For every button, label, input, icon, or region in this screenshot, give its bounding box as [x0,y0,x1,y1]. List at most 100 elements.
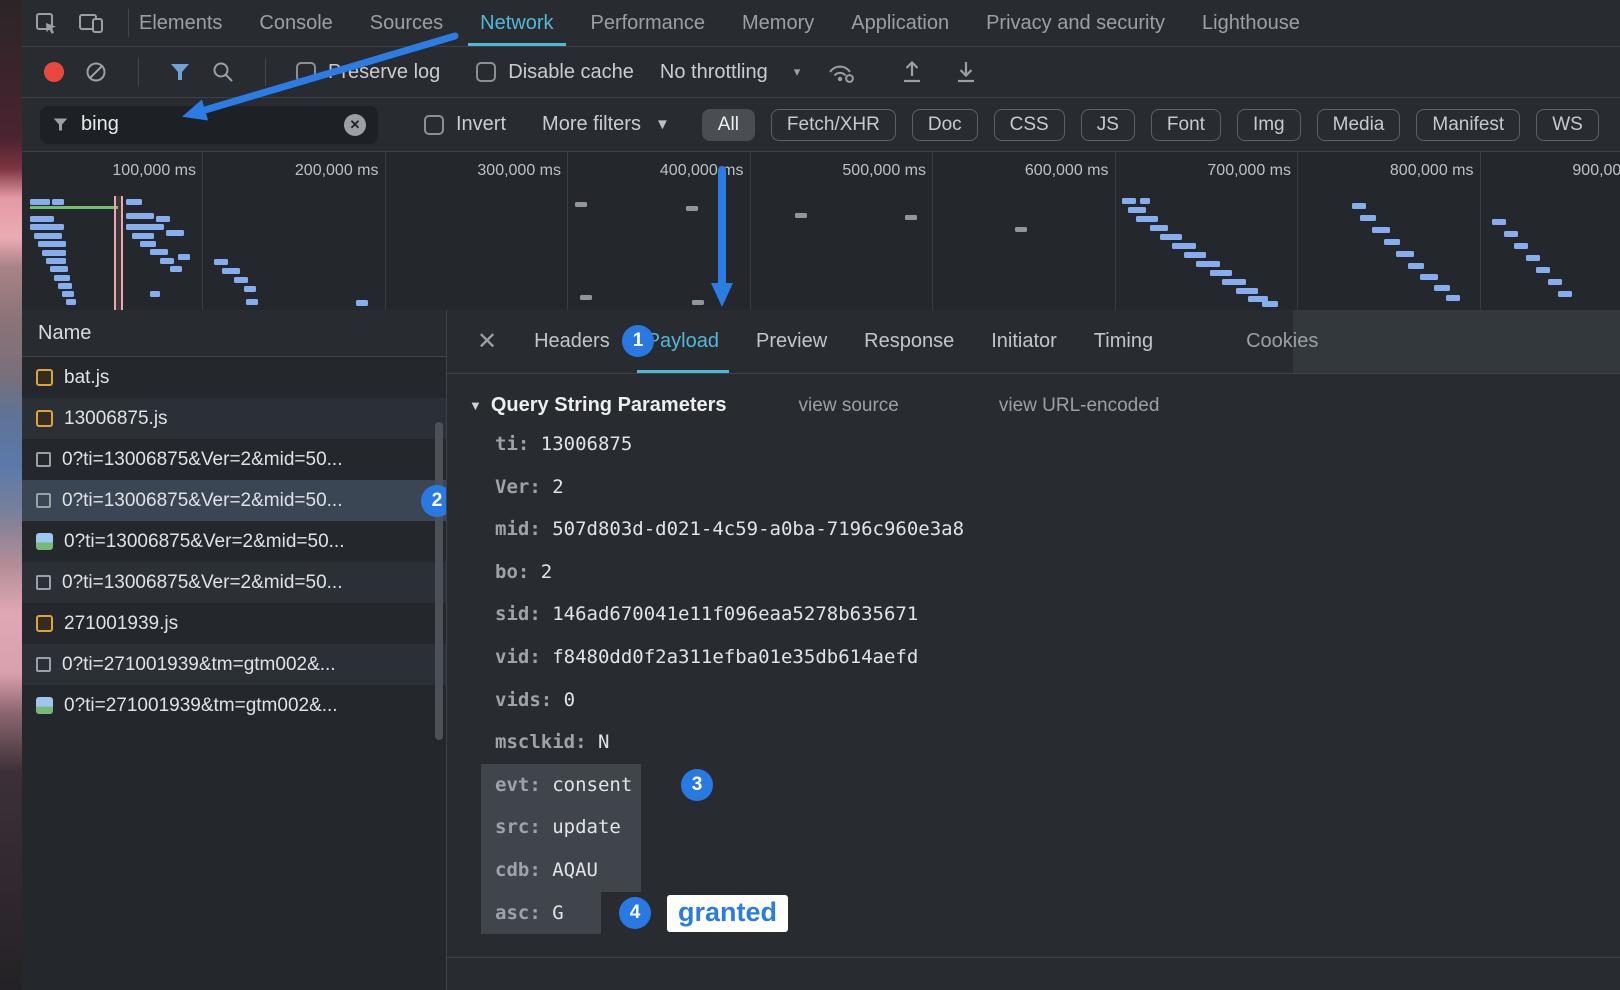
detail-tab-cookies[interactable]: Cookies [1246,310,1318,373]
waterfall-bar [1384,239,1400,245]
param-value: 2 [552,476,563,498]
waterfall-bar [132,233,154,239]
request-row[interactable]: 13006875.js [22,398,446,439]
tab-console[interactable]: Console [259,0,332,46]
disable-cache-checkbox[interactable] [476,62,496,82]
view-url-encoded-link[interactable]: view URL-encoded [999,395,1160,417]
tab-network[interactable]: Network [480,0,553,46]
waterfall-bar [580,295,592,300]
detail-tab-response[interactable]: Response [864,310,954,373]
record-network-log-icon[interactable] [44,62,64,82]
import-har-icon[interactable] [900,59,924,85]
chip-manifest[interactable]: Manifest [1416,109,1520,141]
throttling-select[interactable]: No throttling ▾ [660,61,800,84]
waterfall-bar [150,291,160,297]
request-name: 0?ti=271001939&tm=gtm002&... [64,695,338,717]
preserve-log-label: Preserve log [328,61,440,84]
chip-js[interactable]: JS [1081,109,1135,141]
desktop-background [0,0,22,990]
chip-all[interactable]: All [702,109,755,141]
request-row[interactable]: 0?ti=13006875&Ver=2&mid=50...2 [22,480,446,521]
network-overview[interactable]: 100,000 ms200,000 ms300,000 ms400,000 ms… [22,152,1620,313]
param-row: evt: consent3 [495,764,1620,807]
filter-input[interactable]: bing ✕ [40,106,378,144]
request-row[interactable]: 271001939.js [22,603,446,644]
network-conditions-icon[interactable] [826,60,856,84]
preserve-log-checkbox[interactable] [296,62,316,82]
name-column-header[interactable]: Name [22,310,446,357]
waterfall-bar [1360,215,1376,221]
device-toolbar-icon[interactable] [78,11,104,35]
clear-network-log-icon[interactable] [84,60,108,84]
waterfall-bar [1420,274,1438,280]
param-key: cdb: [495,859,541,881]
waterfall-bar [1015,227,1027,232]
tab-application[interactable]: Application [851,0,949,46]
detail-tab-payload[interactable]: Payload [647,310,719,373]
param-value: 507d803d-d021-4c59-a0ba-7196c960e3a8 [552,518,964,540]
chip-fetch-xhr[interactable]: Fetch/XHR [771,109,896,141]
detail-tab-preview[interactable]: Preview [756,310,827,373]
waterfall-bar [126,199,142,205]
detail-tab-headers[interactable]: Headers [534,310,610,373]
chip-font[interactable]: Font [1151,109,1221,141]
timeline-label: 600,000 ms [965,162,1109,180]
waterfall-bar [686,206,698,211]
request-row[interactable]: 0?ti=13006875&Ver=2&mid=50... [22,562,446,603]
export-har-icon[interactable] [954,59,978,85]
tab-privacy-and-security[interactable]: Privacy and security [986,0,1165,46]
waterfall-bar [46,258,66,264]
collapse-triangle-icon[interactable]: ▼ [469,398,482,413]
timeline-label: 500,000 ms [782,162,926,180]
request-row[interactable]: 0?ti=271001939&tm=gtm002&... [22,644,446,685]
filter-icon[interactable] [169,62,191,82]
request-row[interactable]: 0?ti=13006875&Ver=2&mid=50... [22,521,446,562]
request-row[interactable]: 0?ti=271001939&tm=gtm002&... [22,685,446,726]
param-value: f8480dd0f2a311efba01e35db614aefd [552,646,918,668]
network-main: Name bat.js13006875.js0?ti=13006875&Ver=… [22,310,1620,990]
param-row: vid: f8480dd0f2a311efba01e35db614aefd [495,636,1620,679]
param-key: src: [495,816,541,838]
request-details-pane: ✕ Headers Payload Preview Response Initiator… [447,310,1620,990]
grid-line [202,152,203,312]
waterfall-bar [178,254,190,260]
chip-img[interactable]: Img [1237,109,1301,141]
search-icon[interactable] [211,60,235,84]
timeline-label: 900,000 ms [1512,162,1620,180]
tab-memory[interactable]: Memory [742,0,814,46]
scrollbar-thumb[interactable] [435,422,443,740]
tab-elements[interactable]: Elements [139,0,222,46]
request-row[interactable]: 0?ti=13006875&Ver=2&mid=50... [22,439,446,480]
param-row: vids: 0 [495,679,1620,722]
chip-doc[interactable]: Doc [912,109,978,141]
request-name: 0?ti=13006875&Ver=2&mid=50... [62,490,342,512]
file-icon [36,657,51,672]
request-row[interactable]: bat.js [22,357,446,398]
param-row: asc: G4granted [495,892,1620,935]
request-name: 0?ti=271001939&tm=gtm002&... [62,654,336,676]
timeline-label: 300,000 ms [417,162,561,180]
tab-sources[interactable]: Sources [370,0,443,46]
tab-performance[interactable]: Performance [591,0,706,46]
grid-line [567,152,568,312]
more-filters-button[interactable]: More filters ▼ [542,113,670,136]
detail-tab-initiator[interactable]: Initiator [991,310,1057,373]
detail-tab-timing[interactable]: Timing [1094,310,1153,373]
tab-lighthouse[interactable]: Lighthouse [1202,0,1300,46]
payload-panel: ▼ Query String Parameters view source vi… [447,374,1620,990]
inspect-element-icon[interactable] [34,11,58,35]
view-source-link[interactable]: view source [799,395,899,417]
waterfall-bar [34,233,62,239]
request-name: 271001939.js [64,613,178,635]
close-icon[interactable]: ✕ [477,330,497,354]
invert-checkbox[interactable] [424,115,444,135]
chip-css[interactable]: CSS [994,109,1065,141]
chip-media[interactable]: Media [1317,109,1401,141]
request-table: Name bat.js13006875.js0?ti=13006875&Ver=… [22,310,447,990]
timeline-label: 100,000 ms [52,162,196,180]
grid-line [385,152,386,312]
chip-ws[interactable]: WS [1536,109,1599,141]
waterfall-bar [905,215,917,220]
chevron-down-icon: ▾ [794,64,801,80]
clear-filter-icon[interactable]: ✕ [344,114,366,136]
